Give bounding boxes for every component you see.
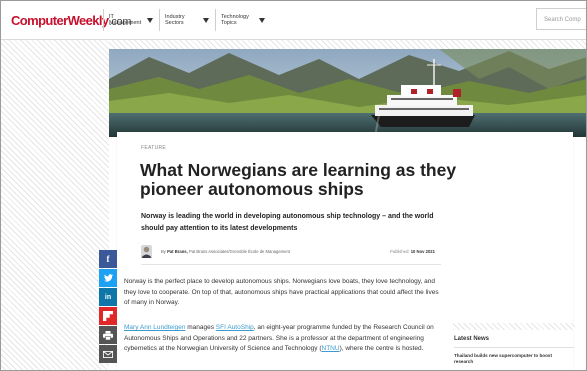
person-icon (141, 246, 152, 258)
nav-label-line1: Industry (165, 13, 185, 20)
browser-page: ComputerWeekly.com IT Management Industry… (0, 0, 587, 371)
byline-divider (141, 264, 441, 265)
published-date: Published: 10 Nov 2021 (390, 249, 435, 254)
paragraph-text: ), where the centre is hosted. (339, 345, 424, 352)
author-avatar (141, 245, 152, 258)
article-kicker: FEATURE (141, 145, 167, 151)
background-pattern-left (1, 40, 109, 370)
paragraph-text: manages (185, 324, 216, 331)
linkedin-icon: in (104, 293, 112, 301)
nav-label: IT Management (109, 14, 145, 27)
published-label: Published: (390, 249, 411, 254)
nav-divider (159, 9, 160, 31)
hero-image (109, 49, 586, 137)
nav-divider (103, 9, 104, 31)
sidebar-divider (454, 347, 574, 348)
link-sfi-autoship[interactable]: SFI AutoShip (216, 324, 254, 331)
background-pattern-top (109, 40, 586, 49)
author-role: Pat Brans Associates/Grenoble École de M… (187, 249, 290, 254)
link-mary-ann-lundteigen[interactable]: Mary Ann Lundteigen (124, 324, 185, 331)
chevron-down-icon (203, 17, 209, 23)
site-header: ComputerWeekly.com IT Management Industry… (1, 1, 586, 40)
article-title: What Norwegians are learning as they pio… (140, 160, 457, 199)
facebook-icon: f (106, 254, 110, 264)
nav-label-line2: Topics (221, 20, 237, 26)
article-paragraph-2: Mary Ann Lundteigen manages SFI AutoShip… (124, 323, 444, 355)
chevron-down-icon (147, 17, 153, 23)
nav-it-management[interactable]: IT Management (103, 9, 153, 31)
hero-fjord-illustration (109, 49, 586, 137)
nav-label-line2: Sectors (165, 20, 184, 26)
flipboard-icon (103, 311, 113, 321)
print-button[interactable] (99, 326, 117, 344)
logo-part-computer: Computer (11, 13, 68, 28)
nav-divider (215, 9, 216, 31)
search-input[interactable]: Search Comp (536, 8, 586, 30)
share-linkedin-button[interactable]: in (99, 288, 117, 306)
sidebar-pattern (453, 323, 575, 330)
nav-label-line1: IT (109, 13, 114, 20)
nav-label: Technology Topics (221, 14, 257, 27)
latest-news-heading: Latest News (454, 336, 490, 342)
article-standfirst: Norway is leading the world in developin… (141, 213, 434, 232)
email-share-button[interactable] (99, 345, 117, 363)
nav-industry-sectors[interactable]: Industry Sectors (159, 9, 209, 31)
share-facebook-button[interactable]: f (99, 250, 117, 268)
nav-label-line2: Management (109, 20, 142, 26)
nav-label: Industry Sectors (165, 14, 201, 27)
share-flipboard-button[interactable] (99, 307, 117, 325)
print-icon (103, 330, 113, 340)
article-byline: By Pat Brans, Pat Brans Associates/Greno… (161, 249, 290, 254)
nav-label-line1: Technology (221, 13, 249, 20)
latest-news-item[interactable]: Thailand builds new supercomputer to boo… (454, 353, 572, 364)
twitter-icon (103, 274, 113, 282)
published-value: 10 Nov 2021 (410, 249, 435, 254)
share-twitter-button[interactable] (99, 269, 117, 287)
email-icon (103, 350, 113, 358)
article-paragraph-1: Norway is the perfect place to develop a… (124, 278, 439, 306)
chevron-down-icon (259, 17, 265, 23)
nav-technology-topics[interactable]: Technology Topics (215, 9, 265, 31)
link-ntnu[interactable]: NTNU (322, 345, 340, 352)
author-name[interactable]: Pat Brans, (167, 249, 188, 254)
